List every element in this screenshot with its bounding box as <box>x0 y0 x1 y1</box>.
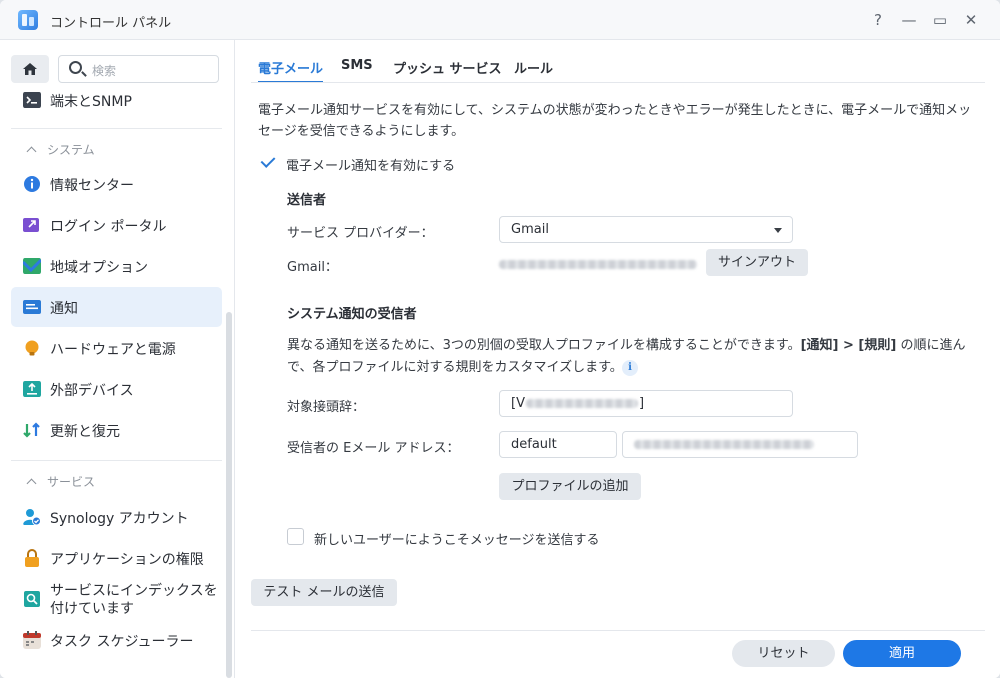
home-icon <box>23 63 37 75</box>
search-icon <box>69 61 82 74</box>
sidebar-item-label: 通知 <box>50 301 78 317</box>
home-button[interactable] <box>11 55 49 83</box>
tab-sms[interactable]: SMS <box>341 58 373 73</box>
gmail-label: Gmail： <box>287 260 338 275</box>
sidebar-item-regional-options[interactable]: 地域オプション <box>11 246 222 286</box>
help-icon[interactable]: ? <box>866 8 890 32</box>
enable-email-label: 電子メール通知を有効にする <box>286 159 456 174</box>
sidebar-item-label: 地域オプション <box>50 260 148 276</box>
tab-bar: 電子メール SMS プッシュ サービス ルール <box>236 40 1000 92</box>
prefix-redacted <box>525 399 638 408</box>
maximize-icon[interactable]: ▭ <box>928 8 952 32</box>
indexing-service-icon <box>24 591 40 607</box>
recipients-heading: システム通知の受信者 <box>287 307 417 322</box>
provider-value: Gmail <box>511 222 549 237</box>
sender-heading: 送信者 <box>287 193 327 208</box>
sidebar-divider <box>11 128 222 129</box>
minimize-icon[interactable]: — <box>897 8 921 32</box>
recipient-profile-input[interactable]: default <box>499 431 617 458</box>
chevron-up-icon <box>26 146 37 157</box>
sidebar-item-update-restore[interactable]: 更新と復元 <box>11 410 222 450</box>
hardware-power-icon <box>25 340 39 356</box>
section-header-services[interactable]: サービス <box>26 473 95 490</box>
signout-button[interactable]: サインアウト <box>706 249 808 276</box>
app-privileges-icon <box>25 549 39 567</box>
address-label: 受信者の Eメール アドレス： <box>287 441 460 456</box>
tab-push-service[interactable]: プッシュ サービス <box>393 58 502 77</box>
sidebar-item-label: アプリケーションの権限 <box>50 552 204 568</box>
sidebar-item-hardware-power[interactable]: ハードウェアと電源 <box>11 328 222 368</box>
tab-rules[interactable]: ルール <box>514 58 553 77</box>
terminal-icon <box>23 92 41 108</box>
tab-email[interactable]: 電子メール <box>258 58 324 83</box>
sidebar-item-info-center[interactable]: 情報センター <box>11 164 222 204</box>
sidebar-item-notification[interactable]: 通知 <box>11 287 222 327</box>
prefix-input[interactable]: [V] <box>499 390 793 417</box>
apply-button[interactable]: 適用 <box>843 640 961 667</box>
reset-button[interactable]: リセット <box>732 640 835 667</box>
welcome-message-checkbox[interactable] <box>287 528 304 545</box>
sidebar-item-label: Synology アカウント <box>50 511 189 527</box>
info-center-icon <box>24 176 40 192</box>
recipient-address-input[interactable] <box>622 431 858 458</box>
footer-divider <box>251 630 985 631</box>
address-redacted <box>634 440 814 449</box>
gmail-address-redacted <box>499 257 699 269</box>
sidebar-item-terminal-snmp[interactable]: 端末とSNMP <box>11 80 222 120</box>
email-description: 電子メール通知サービスを有効にして、システムの状態が変わったときやエラーが発生し… <box>258 103 972 139</box>
task-scheduler-icon <box>23 631 41 649</box>
chevron-up-icon <box>26 478 37 489</box>
sidebar-item-label: 端末とSNMP <box>50 94 132 110</box>
sidebar-item-indexing-service[interactable]: サービスにインデックスを付けています <box>11 579 222 619</box>
login-portal-icon <box>23 218 39 232</box>
sidebar-item-label: タスク スケジューラー <box>50 634 194 650</box>
sidebar-item-external-devices[interactable]: 外部デバイス <box>11 369 222 409</box>
sidebar-item-synology-account[interactable]: Synology アカウント <box>11 497 222 537</box>
control-panel-window: コントロール パネル ? — ▭ ✕ 検索 端末とSNMP システム 情報センタ… <box>0 0 1000 678</box>
control-panel-app-icon <box>18 10 38 30</box>
sidebar-item-login-portal[interactable]: ログイン ポータル <box>11 205 222 245</box>
add-profile-button[interactable]: プロファイルの追加 <box>499 473 641 500</box>
provider-label: サービス プロバイダー： <box>287 226 434 241</box>
regional-options-icon <box>23 258 41 274</box>
prefix-label: 対象接頭辞： <box>287 400 366 415</box>
provider-select[interactable]: Gmail <box>499 216 793 243</box>
send-test-email-button[interactable]: テスト メールの送信 <box>251 579 397 606</box>
info-icon[interactable]: i <box>622 360 638 376</box>
sidebar-item-app-privileges[interactable]: アプリケーションの権限 <box>11 538 222 578</box>
update-restore-icon <box>23 422 40 438</box>
sidebar-item-label: 外部デバイス <box>50 383 134 399</box>
window-title: コントロール パネル <box>50 16 172 31</box>
tab-divider <box>251 82 985 83</box>
synology-account-icon <box>23 509 41 526</box>
sidebar: 検索 端末とSNMP システム 情報センター ログイン ポータル 地域オプション… <box>0 40 235 678</box>
sidebar-item-label: ログイン ポータル <box>50 219 167 235</box>
external-devices-icon <box>23 381 41 397</box>
enable-email-checkbox[interactable] <box>260 154 277 171</box>
sidebar-item-label: ハードウェアと電源 <box>50 342 176 358</box>
section-header-system[interactable]: システム <box>26 141 95 158</box>
sidebar-item-task-scheduler[interactable]: タスク スケジューラー <box>11 620 222 660</box>
notification-icon <box>23 300 41 314</box>
sidebar-item-label: 更新と復元 <box>50 424 120 440</box>
welcome-message-label: 新しいユーザーにようこそメッセージを送信する <box>314 533 600 548</box>
sidebar-scrollbar[interactable] <box>226 312 232 678</box>
search-placeholder: 検索 <box>92 64 117 78</box>
chevron-down-icon <box>774 228 782 233</box>
sidebar-divider <box>11 460 222 461</box>
sidebar-item-label: 情報センター <box>50 178 134 194</box>
sidebar-item-label: サービスにインデックスを付けています <box>50 583 218 617</box>
close-icon[interactable]: ✕ <box>959 8 983 32</box>
title-bar: コントロール パネル ? — ▭ ✕ <box>0 0 1000 40</box>
main-panel: 電子メール SMS プッシュ サービス ルール 電子メール通知サービスを有効にし… <box>236 40 1000 678</box>
search-input[interactable]: 検索 <box>58 55 219 83</box>
